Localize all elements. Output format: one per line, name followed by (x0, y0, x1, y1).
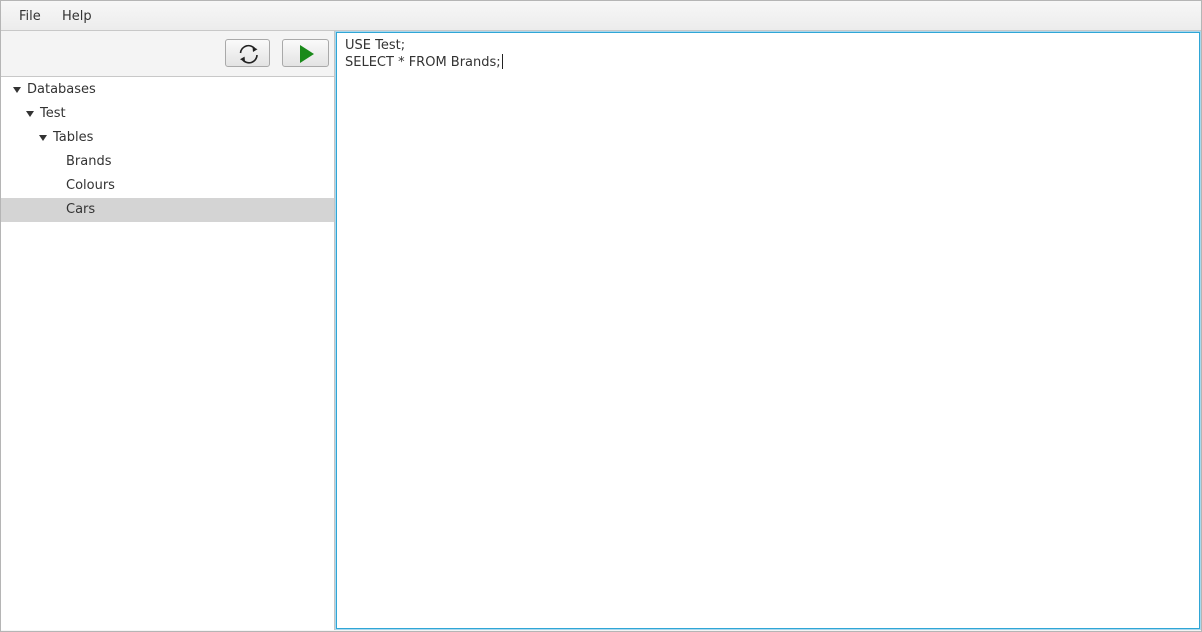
run-button[interactable] (282, 39, 329, 67)
menu-bar: File Help (1, 1, 1201, 31)
tree-item-label: Test (40, 106, 66, 121)
tree-item-tables[interactable]: Tables (1, 126, 334, 150)
tree-item-colours[interactable]: Colours (1, 174, 334, 198)
expand-arrow-icon[interactable] (39, 135, 47, 141)
refresh-button[interactable] (225, 39, 270, 67)
tree-item-cars[interactable]: Cars (1, 198, 334, 222)
tree-item-label: Databases (27, 82, 96, 97)
database-tree[interactable]: Databases Test Tables Brands Colours Car… (1, 77, 334, 630)
play-icon (300, 45, 314, 63)
tree-item-databases[interactable]: Databases (1, 78, 334, 102)
tree-item-label: Brands (66, 154, 112, 169)
tree-item-brands[interactable]: Brands (1, 150, 334, 174)
sql-line: USE Test; (345, 38, 406, 53)
expand-arrow-icon[interactable] (26, 111, 34, 117)
menu-help[interactable]: Help (62, 9, 92, 25)
menu-file[interactable]: File (19, 9, 41, 25)
tree-item-label: Cars (66, 202, 96, 217)
sql-line: SELECT * FROM Brands; (345, 55, 501, 70)
refresh-icon (239, 44, 258, 64)
left-pane: Databases Test Tables Brands Colours Car… (1, 31, 335, 630)
expand-arrow-icon[interactable] (13, 87, 21, 93)
toolbar (1, 31, 334, 77)
sql-editor-content[interactable]: USE Test; SELECT * FROM Brands; (345, 38, 503, 71)
text-caret (501, 54, 503, 69)
sql-editor[interactable]: USE Test; SELECT * FROM Brands; (336, 32, 1200, 629)
tree-item-test[interactable]: Test (1, 102, 334, 126)
tree-item-label: Colours (66, 178, 115, 193)
tree-item-label: Tables (53, 130, 94, 145)
app-window: File Help Databases Test Tables Brands C… (0, 0, 1202, 632)
